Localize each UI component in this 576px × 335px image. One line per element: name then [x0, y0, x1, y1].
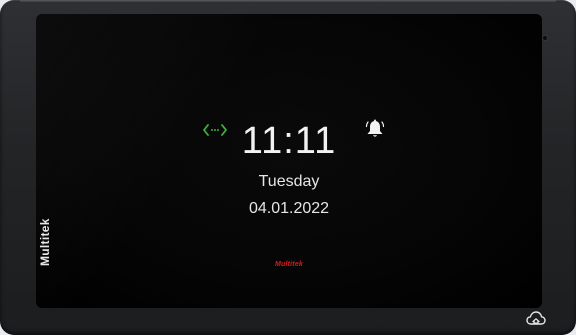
- screen-brand-logo: Multitek: [274, 261, 304, 268]
- current-date: 04.01.2022: [248, 200, 330, 217]
- side-brand-text: Multitek: [38, 218, 52, 266]
- camera-sensor: [543, 36, 547, 40]
- day-of-week: Tuesday: [258, 173, 320, 190]
- cloud-home-icon[interactable]: [525, 308, 547, 328]
- clock-time: 11:11: [241, 120, 337, 162]
- bell-icon: [365, 119, 385, 137]
- display-screen[interactable]: 11:11 Tuesday 04.01.2022 Multitek: [36, 14, 542, 308]
- intercom-device: 11:11 Tuesday 04.01.2022 Multitek Multit…: [0, 0, 576, 335]
